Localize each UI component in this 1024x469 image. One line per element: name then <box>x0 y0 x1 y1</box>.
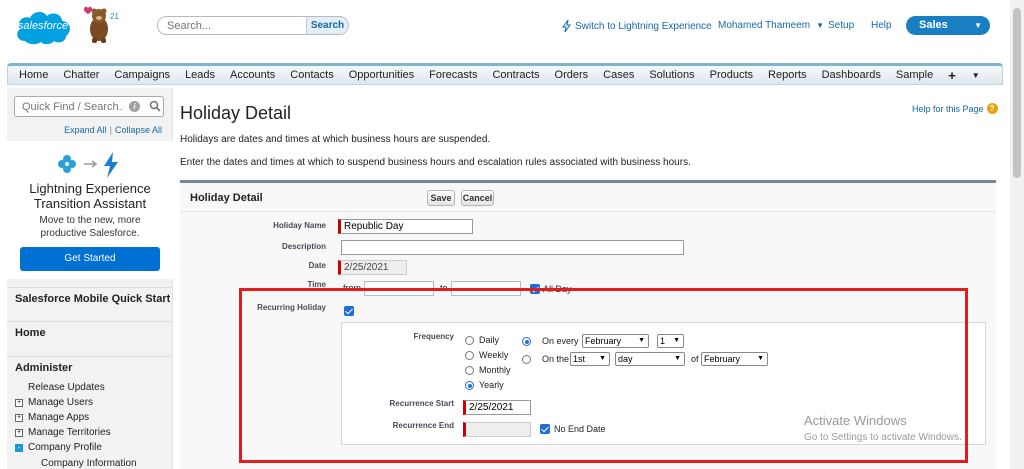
page-title: Holiday Detail <box>180 103 292 123</box>
expand-all-link[interactable]: Expand All <box>64 125 107 135</box>
switch-lightning-link[interactable]: Switch to Lightning Experience <box>562 20 712 32</box>
lightning-bolt-icon <box>562 20 571 32</box>
sidebar-item-release-updates[interactable]: Release Updates <box>28 382 105 393</box>
clover-arrow-bolt-icon <box>58 152 118 178</box>
chevron-down-icon: ▼ <box>816 21 825 30</box>
mascot-icon <box>78 4 112 44</box>
lex-title: Lightning Experience Transition Assistan… <box>29 181 151 211</box>
chevron-down-icon: ▼ <box>974 21 982 30</box>
all-tabs-plus-icon[interactable]: + <box>948 68 956 83</box>
search-button[interactable]: Search <box>306 17 348 34</box>
switch-lightning-label: Switch to Lightning Experience <box>575 20 712 32</box>
help-for-page-link[interactable]: Help for this Page ? <box>912 103 998 114</box>
help-link[interactable]: Help <box>871 20 892 31</box>
tab-accounts[interactable]: Accounts <box>230 69 275 81</box>
sidebar-item-manage-users[interactable]: + Manage Users <box>15 397 93 408</box>
sidebar-item-label: Manage Apps <box>28 412 90 423</box>
tab-forecasts[interactable]: Forecasts <box>429 69 477 81</box>
activate-windows-hint: Go to Settings to activate Windows. <box>804 432 962 443</box>
save-button[interactable]: Save <box>427 190 455 206</box>
user-name: Mohamed Thameem <box>718 20 811 31</box>
tab-dashboards[interactable]: Dashboards <box>822 69 881 81</box>
logo-text: salesforce <box>17 20 69 32</box>
expand-plus-icon[interactable]: + <box>15 413 23 422</box>
panel-header: Holiday Detail Save Cancel <box>180 183 996 212</box>
tab-contracts[interactable]: Contracts <box>492 69 539 81</box>
intro-text-1: Holidays are dates and times at which bu… <box>180 134 491 145</box>
cancel-button[interactable]: Cancel <box>461 190 494 206</box>
description-field[interactable] <box>341 240 684 255</box>
info-icon[interactable]: i <box>129 101 140 112</box>
quick-find-box: i <box>14 96 164 117</box>
page-scrollbar[interactable] <box>1010 0 1024 469</box>
help-for-page-label: Help for this Page <box>912 103 984 114</box>
setup-sidebar: i Expand All|Collapse All Lightning Expe… <box>7 88 173 469</box>
tab-products[interactable]: Products <box>710 69 753 81</box>
lex-description: Move to the new, more productive Salesfo… <box>39 215 141 239</box>
app-switcher[interactable]: Sales ▼ <box>906 16 990 35</box>
tab-campaigns[interactable]: Campaigns <box>114 69 170 81</box>
holiday-name-label: Holiday Name <box>273 221 326 230</box>
setup-link[interactable]: Setup <box>828 20 854 31</box>
sidebar-item-label: Manage Territories <box>28 427 111 438</box>
sidebar-item-label: Company Profile <box>28 442 102 453</box>
top-header: salesforce 21 Search Switch to Lightning… <box>0 0 1010 62</box>
search-input[interactable] <box>158 17 310 34</box>
expand-collapse-row: Expand All | Collapse All <box>7 125 162 135</box>
tab-sample[interactable]: Sample <box>896 69 933 81</box>
date-field: 2/25/2021 <box>338 260 407 275</box>
sidebar-item-company-information[interactable]: Company Information <box>41 458 137 469</box>
get-started-button[interactable]: Get Started <box>20 247 160 271</box>
global-search: Search <box>157 16 349 35</box>
salesforce-logo[interactable]: salesforce <box>13 7 73 47</box>
sidebar-item-administer: Administer <box>7 356 173 378</box>
tab-solutions[interactable]: Solutions <box>649 69 694 81</box>
panel-title: Holiday Detail <box>190 192 263 204</box>
lightning-transition-box: Lightning Experience Transition Assistan… <box>7 141 173 279</box>
activate-windows-watermark: Activate Windows <box>804 413 907 428</box>
expand-plus-icon[interactable]: + <box>15 398 23 407</box>
date-label: Date <box>308 261 326 270</box>
release-number: 21 <box>110 12 119 21</box>
tab-leads[interactable]: Leads <box>185 69 215 81</box>
tab-home[interactable]: Home <box>19 69 48 81</box>
help-question-icon: ? <box>986 103 998 114</box>
quick-find-input[interactable] <box>15 97 123 116</box>
holiday-name-field[interactable]: Republic Day <box>338 219 473 234</box>
scrollbar-thumb[interactable] <box>1013 8 1021 178</box>
sidebar-item-label: Manage Users <box>28 397 94 408</box>
app-name: Sales <box>919 19 948 31</box>
tab-chatter[interactable]: Chatter <box>63 69 99 81</box>
tab-cases[interactable]: Cases <box>603 69 634 81</box>
sidebar-item-mobile-quick-start[interactable]: Salesforce Mobile Quick Start <box>7 287 173 309</box>
collapse-all-link[interactable]: Collapse All <box>115 125 162 135</box>
sidebar-item-company-profile[interactable]: - Company Profile <box>15 442 102 453</box>
intro-text-2: Enter the dates and times at which to su… <box>180 157 691 168</box>
separator: | <box>109 125 112 135</box>
collapse-minus-icon[interactable]: - <box>15 443 23 452</box>
search-icon[interactable] <box>149 100 161 112</box>
tab-reports[interactable]: Reports <box>768 69 807 81</box>
tab-opportunities[interactable]: Opportunities <box>349 69 414 81</box>
description-label: Description <box>281 242 326 251</box>
sidebar-item-manage-territories[interactable]: + Manage Territories <box>15 427 111 438</box>
user-menu[interactable]: Mohamed Thameem ▼ <box>718 20 824 31</box>
sidebar-item-home[interactable]: Home <box>7 321 173 343</box>
tab-bar: Home Chatter Campaigns Leads Accounts Co… <box>7 63 1003 85</box>
expand-plus-icon[interactable]: + <box>15 428 23 437</box>
tab-contacts[interactable]: Contacts <box>290 69 333 81</box>
tab-orders[interactable]: Orders <box>555 69 589 81</box>
sidebar-item-manage-apps[interactable]: + Manage Apps <box>15 412 89 423</box>
more-tabs-chevron-icon[interactable]: ▼ <box>972 71 980 80</box>
